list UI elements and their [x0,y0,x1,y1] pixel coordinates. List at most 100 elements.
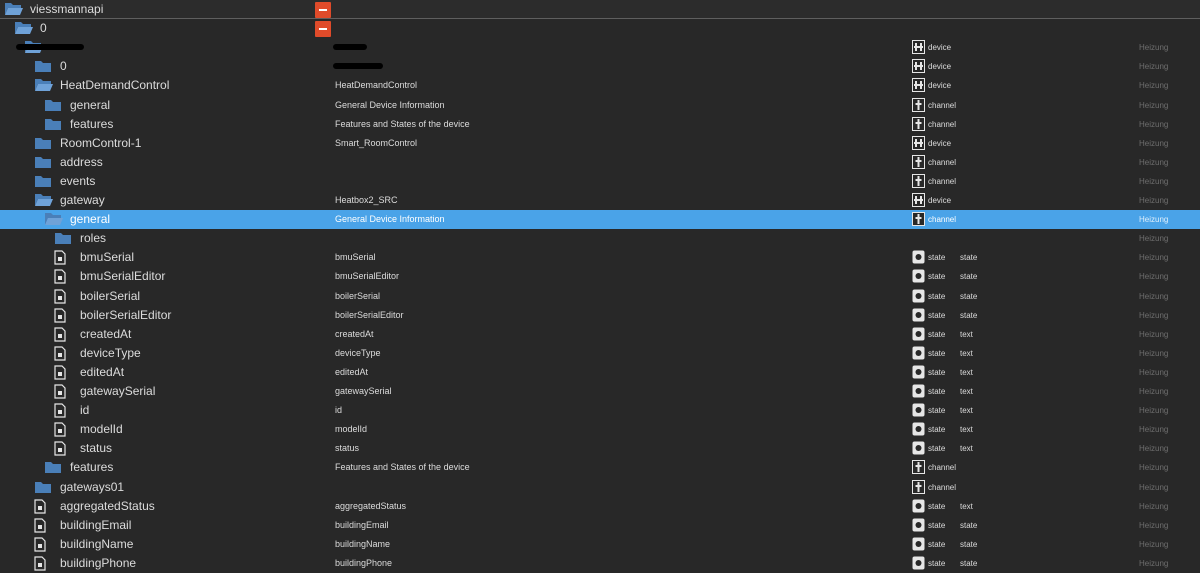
file-icon[interactable] [54,249,72,266]
object-room: Heizung [1139,368,1169,377]
tree-row[interactable]: modelId modelId state text Heizung [0,420,1200,439]
tree-row[interactable]: id id state text Heizung [0,401,1200,420]
tree-node[interactable]: general [44,210,110,229]
tree-node[interactable]: 0 [34,57,67,76]
tree-row[interactable]: features Features and States of the devic… [0,115,1200,134]
tree-row[interactable]: editedAt editedAt state text Heizung [0,363,1200,382]
tree-row[interactable]: gateways01 channel Heizung [0,478,1200,497]
folder-icon[interactable] [54,231,72,247]
object-name: Features and States of the device [335,462,470,472]
folder-open-icon[interactable] [34,193,53,209]
tree-node[interactable]: buildingPhone [34,554,136,573]
tree-node[interactable]: deviceType [54,344,141,363]
tree-row[interactable]: viessmannapi [0,0,1200,19]
tree-node[interactable]: editedAt [54,363,124,382]
object-role: text [960,387,973,396]
tree-row[interactable]: device Heizung [0,38,1200,57]
tree-node[interactable]: modelId [54,420,123,439]
tree-node[interactable]: features [44,115,113,134]
tree-node[interactable]: bmuSerial [54,248,134,267]
tree-node[interactable]: general [44,96,110,115]
file-icon[interactable] [34,536,52,553]
folder-icon[interactable] [34,174,52,190]
tree-node[interactable]: address [34,153,103,172]
object-type: state [928,311,946,320]
state-type-icon [912,308,925,322]
tree-node[interactable]: boilerSerialEditor [54,306,171,325]
tree-node[interactable]: RoomControl-1 [34,134,141,153]
file-icon[interactable] [34,517,52,534]
file-icon[interactable] [54,383,72,400]
tree-row[interactable]: buildingPhone buildingPhone state state Heiz… [0,554,1200,573]
file-icon[interactable] [54,326,72,343]
file-icon[interactable] [54,364,72,381]
action-button[interactable] [315,2,331,18]
tree-row[interactable]: HeatDemandControl HeatDemandControl device… [0,76,1200,95]
file-icon[interactable] [54,268,72,285]
file-icon[interactable] [54,440,72,457]
tree-row[interactable]: status status state text Heizung [0,439,1200,458]
folder-open-icon[interactable] [44,212,63,228]
file-icon[interactable] [54,421,72,438]
tree-row[interactable]: buildingName buildingName state state Heizun… [0,535,1200,554]
file-icon[interactable] [54,288,72,305]
action-button[interactable] [315,21,331,37]
tree-node[interactable]: id [54,401,89,420]
tree-node[interactable]: events [34,172,95,191]
folder-icon[interactable] [44,460,62,476]
tree-row[interactable]: boilerSerial boilerSerial state state Heizun… [0,287,1200,306]
folder-icon[interactable] [34,136,52,152]
tree-row[interactable]: features Features and States of the devic… [0,458,1200,477]
tree-row[interactable]: bmuSerial bmuSerial state state Heizung [0,248,1200,267]
tree-node[interactable]: 0 [14,19,47,38]
tree-row[interactable]: 0 [0,19,1200,38]
folder-icon[interactable] [34,155,52,171]
tree-row[interactable]: aggregatedStatus aggregatedStatus state tex… [0,497,1200,516]
tree-node[interactable]: bmuSerialEditor [54,267,165,286]
tree-row[interactable]: general General Device Information channel… [0,96,1200,115]
tree-node[interactable]: aggregatedStatus [34,497,155,516]
folder-icon[interactable] [44,117,62,133]
tree-node-label: HeatDemandControl [60,78,170,92]
tree-node[interactable]: createdAt [54,325,131,344]
file-icon[interactable] [54,402,72,419]
channel-type-icon [912,155,925,169]
tree-node[interactable]: status [54,439,112,458]
tree-node[interactable]: boilerSerial [54,287,140,306]
tree-row[interactable]: events channel Heizung [0,172,1200,191]
tree-row[interactable]: RoomControl-1 Smart_RoomControl device Heiz… [0,134,1200,153]
tree-row[interactable]: roles Heizung [0,229,1200,248]
tree-node[interactable]: gatewaySerial [54,382,155,401]
tree-row[interactable]: address channel Heizung [0,153,1200,172]
tree-node[interactable]: roles [54,229,106,248]
object-room: Heizung [1139,101,1169,110]
folder-icon[interactable] [44,98,62,114]
tree-row[interactable]: deviceType deviceType state text Heizung [0,344,1200,363]
tree-node[interactable]: buildingEmail [34,516,131,535]
tree-row[interactable]: gatewaySerial gatewaySerial state text Heizu… [0,382,1200,401]
tree-row[interactable]: buildingEmail buildingEmail state state Heiz… [0,516,1200,535]
folder-open-icon[interactable] [4,2,23,18]
tree-node[interactable]: gateway [34,191,105,210]
tree-row[interactable]: gateway Heatbox2_SRC device Heizung [0,191,1200,210]
folder-icon[interactable] [34,480,52,496]
tree-row[interactable]: bmuSerialEditor bmuSerialEditor state state… [0,267,1200,286]
tree-row[interactable]: createdAt createdAt state text Heizung [0,325,1200,344]
tree-node[interactable]: HeatDemandControl [34,76,169,95]
file-icon[interactable] [34,498,52,515]
folder-open-icon[interactable] [14,21,33,37]
tree-node[interactable]: buildingName [34,535,133,554]
tree-row[interactable]: boilerSerialEditor boilerSerialEditor stat… [0,306,1200,325]
tree-node[interactable]: gateways01 [34,478,124,497]
file-icon[interactable] [54,307,72,324]
file-icon[interactable] [54,345,72,362]
channel-type-icon [912,212,925,226]
file-icon[interactable] [34,555,52,572]
tree-node[interactable]: features [44,458,113,477]
folder-icon[interactable] [34,59,52,75]
state-type-icon [912,403,925,417]
tree-row[interactable]: 0 device Heizung [0,57,1200,76]
folder-open-icon[interactable] [34,78,53,94]
tree-row[interactable]: general General Device Information channel… [0,210,1200,229]
tree-node[interactable]: viessmannapi [4,0,103,19]
